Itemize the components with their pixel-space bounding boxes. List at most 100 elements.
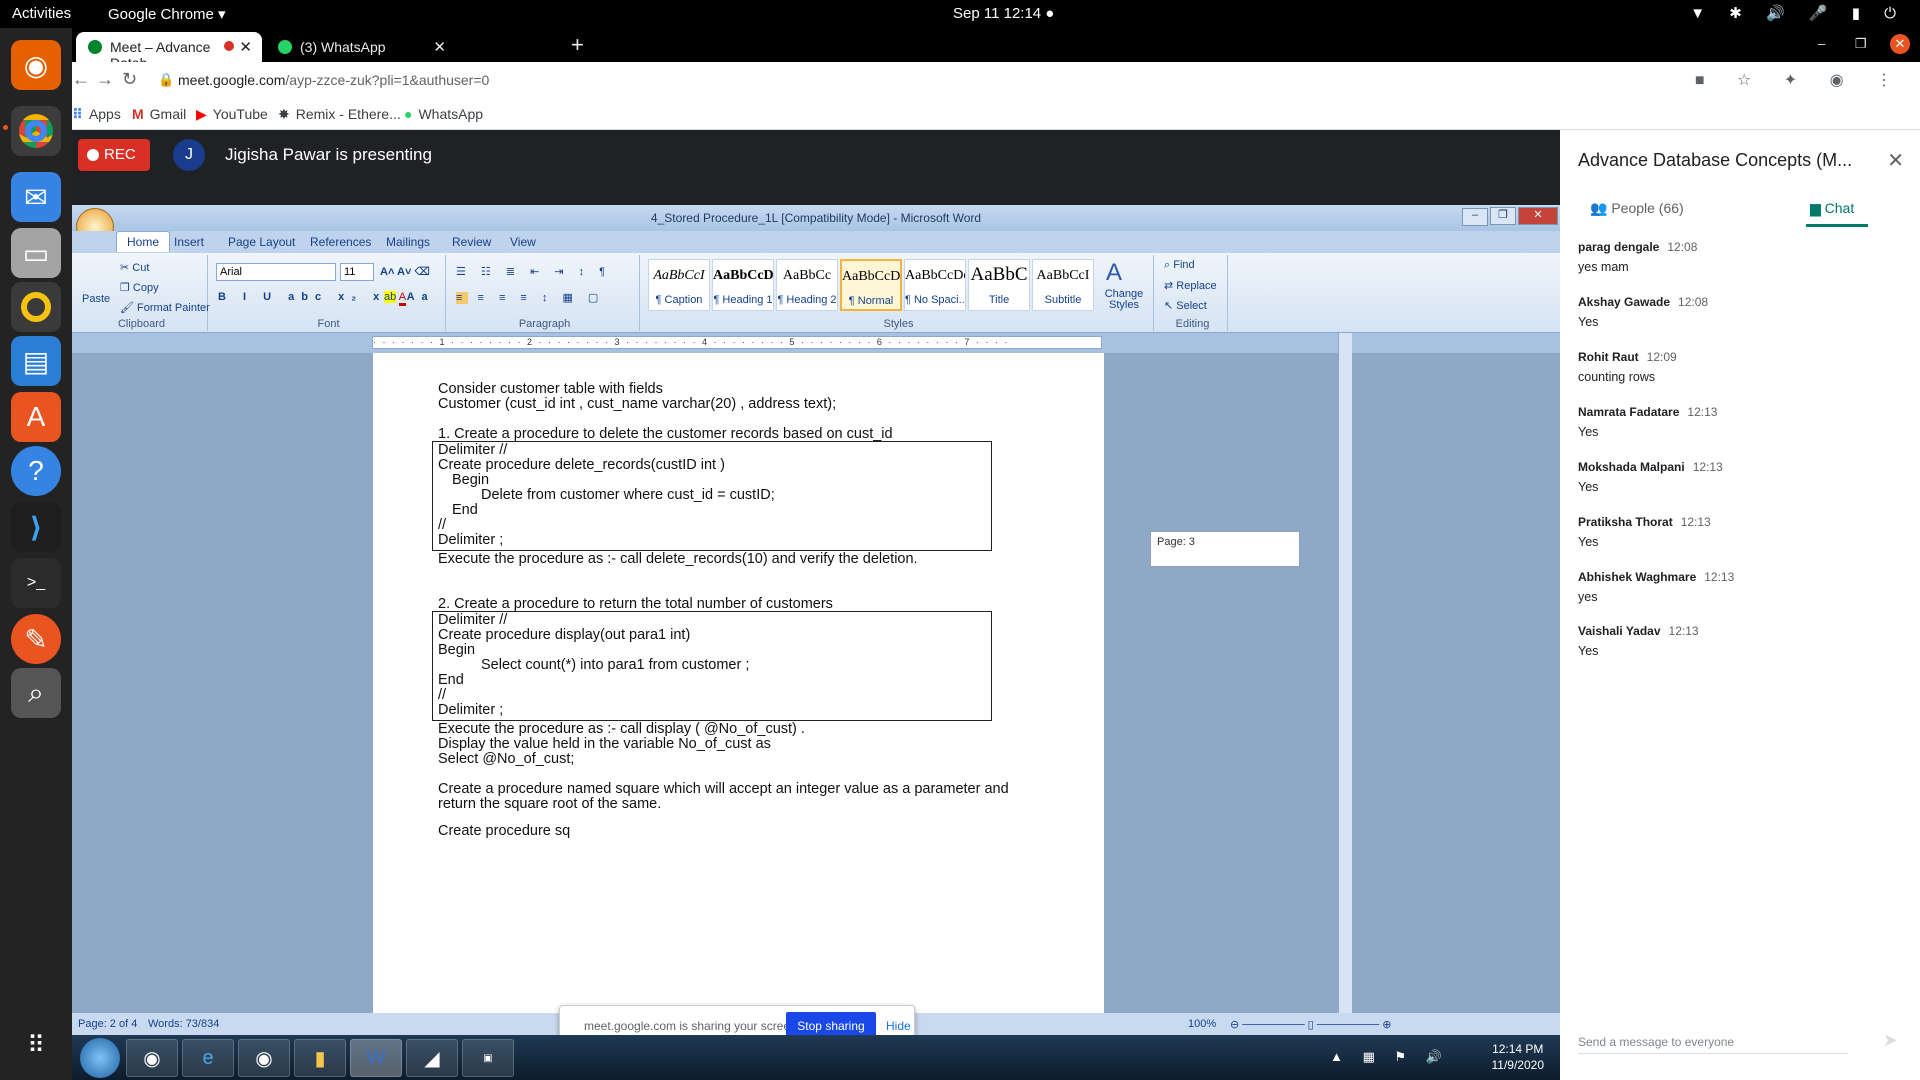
message-text: Yes [1578, 425, 1599, 439]
close-panel-icon[interactable]: ✕ [1887, 148, 1904, 173]
back-icon[interactable]: ← [72, 69, 90, 90]
ribbon-tab-mailings[interactable]: Mailings [386, 235, 430, 249]
highlight-color-icons[interactable]: ab A [384, 291, 407, 306]
change-styles-button[interactable]: Change Styles [1102, 289, 1146, 311]
activities-button[interactable]: Activities [12, 5, 71, 22]
chat-tab-label: Chat [1824, 200, 1855, 216]
replace-button[interactable]: ⇄ Replace [1164, 279, 1217, 292]
bookmark-gmail[interactable]: M Gmail [132, 106, 186, 122]
bookmark-apps[interactable]: ⠿ Apps [72, 106, 121, 123]
ribbon-tab-review[interactable]: Review [452, 235, 491, 249]
style-preview: AaBbCcDc [842, 269, 900, 284]
list-indent-icons[interactable]: ☰ ☷ ≣ ⇤ ⇥ ↕ ¶ [456, 265, 611, 278]
style-no-spacing[interactable]: AaBbCcDc ¶ No Spaci... [904, 259, 966, 311]
chat-message-input[interactable]: Send a message to everyone [1578, 1035, 1848, 1054]
toolbar: ← → ↻ 🔒 meet.google.com/ayp-zzce-zuk?pli… [72, 62, 1920, 98]
ribbon-tab-references[interactable]: References [310, 235, 371, 249]
vertical-scrollbar[interactable] [1338, 333, 1352, 1013]
taskbar-clock[interactable]: 12:14 PM 11/9/2020 [1492, 1041, 1545, 1073]
app-taskbar-icon[interactable]: ◢ [406, 1039, 458, 1077]
bookmark-youtube[interactable]: ▶ YouTube [196, 106, 268, 123]
vscode-icon[interactable]: ⟩ [11, 502, 61, 552]
tab-chat[interactable]: ▆ Chat [1810, 200, 1854, 217]
minimize-icon[interactable]: – [1462, 208, 1488, 226]
ribbon-tab-home[interactable]: Home [116, 231, 171, 252]
style-normal[interactable]: AaBbCcDc ¶ Normal [840, 259, 902, 311]
format-painter-label: Format Painter [137, 302, 210, 314]
lock-icon[interactable]: 🔒 [158, 72, 174, 88]
tab-people[interactable]: 👥 People (66) [1590, 200, 1684, 217]
style-heading-1[interactable]: AaBbCcD ¶ Heading 1 [712, 259, 774, 311]
minimize-icon[interactable]: – [1818, 36, 1825, 51]
tab-meet[interactable]: Meet – Advance Datab ✕ [76, 32, 262, 71]
word-taskbar-icon[interactable]: W [350, 1039, 402, 1077]
close-tab-icon[interactable]: ✕ [239, 38, 252, 56]
word-count[interactable]: Words: 73/834 [148, 1018, 219, 1030]
mysql-taskbar-icon[interactable]: ▣ [462, 1039, 514, 1077]
font-name-select[interactable]: Arial [216, 263, 336, 281]
zoom-slider[interactable]: ⊖ ──────── ▯ ──────── ⊕ [1230, 1018, 1391, 1031]
code-box-1: Delimiter // Create procedure delete_rec… [432, 441, 992, 551]
chat-message: Rohit Raut 12:09 counting rows [1578, 350, 1677, 384]
system-tray-icons[interactable]: ▼ ✱ 🔊 🎤 ▮ ⏻ [1690, 4, 1906, 22]
postman-icon[interactable]: ✎ [11, 614, 61, 664]
ribbon-tab-page-layout[interactable]: Page Layout [228, 235, 295, 249]
close-window-icon[interactable]: ✕ [1890, 34, 1910, 54]
format-painter-button[interactable]: 🖌 Format Painter [120, 301, 210, 314]
send-icon[interactable]: ➤ [1883, 1030, 1898, 1051]
change-styles-icon[interactable]: A [1106, 259, 1122, 287]
copy-button[interactable]: ❐ Copy [120, 281, 159, 294]
ribbon-tab-insert[interactable]: Insert [174, 235, 204, 249]
document-page[interactable]: Consider customer table with fields Cust… [373, 353, 1104, 1013]
style-title[interactable]: AaBbC Title [968, 259, 1030, 311]
bookmark-remix[interactable]: ✸ Remix - Ethere... [278, 106, 401, 123]
terminal-icon[interactable]: >_ [11, 558, 61, 608]
explorer-taskbar-icon[interactable]: ▮ [294, 1039, 346, 1077]
bookmark-whatsapp[interactable]: ● WhatsApp [404, 106, 483, 122]
system-clock[interactable]: Sep 11 12:14 ● [953, 5, 1054, 22]
toolbar-right-icons[interactable]: ■ ☆ ✦ ◉ ⋮ [1695, 70, 1906, 90]
chrome-taskbar-icon[interactable]: ◉ [126, 1039, 178, 1077]
close-icon[interactable]: ✕ [1518, 207, 1558, 225]
reload-icon[interactable]: ↻ [122, 69, 137, 90]
help-icon[interactable]: ? [11, 446, 61, 496]
forward-icon[interactable]: → [96, 69, 114, 90]
style-subtitle[interactable]: AaBbCcI Subtitle [1032, 259, 1094, 311]
select-button[interactable]: ↖ Select [1164, 299, 1207, 312]
chrome-icon[interactable] [11, 106, 61, 156]
page-count[interactable]: Page: 2 of 4 [78, 1018, 137, 1030]
hide-button[interactable]: Hide [886, 1019, 911, 1033]
restore-icon[interactable]: ❐ [1490, 207, 1516, 225]
chrome-profile-taskbar-icon[interactable]: ◉ [238, 1039, 290, 1077]
search-icon[interactable]: ⌕ [11, 668, 61, 718]
files-icon[interactable]: ▭ [11, 228, 61, 278]
firefox-icon[interactable]: ◉ [11, 40, 61, 90]
writer-icon[interactable]: ▤ [11, 336, 61, 386]
find-button[interactable]: ⌕ Find [1164, 259, 1195, 272]
thunderbird-icon[interactable]: ✉ [11, 172, 61, 222]
style-heading-2[interactable]: AaBbCc ¶ Heading 2 [776, 259, 838, 311]
software-center-icon[interactable]: A [11, 392, 61, 442]
tab-whatsapp[interactable]: (3) WhatsApp ✕ [266, 32, 456, 62]
alignment-icons[interactable]: ≡ ≡ ≡ ≡ ↕ ▦ ▢ [456, 291, 604, 304]
app-menu[interactable]: Google Chrome ▾ [108, 5, 226, 23]
style-caption[interactable]: AaBbCcI ¶ Caption [648, 259, 710, 311]
rhythmbox-icon[interactable] [11, 282, 61, 332]
ie-taskbar-icon[interactable]: e [182, 1039, 234, 1077]
close-tab-icon[interactable]: ✕ [433, 38, 446, 56]
address-bar[interactable]: meet.google.com/ayp-zzce-zuk?pli=1&authu… [178, 72, 489, 88]
doc-heading: 2. Create a procedure to return the tota… [438, 596, 833, 612]
paste-button[interactable]: Paste [82, 293, 110, 305]
presenting-label: Jigisha Pawar is presenting [225, 145, 432, 164]
grow-shrink-font-icons[interactable]: A˄ A˅ ⌫ [380, 265, 430, 278]
restore-icon[interactable]: ❐ [1855, 36, 1867, 52]
horizontal-ruler[interactable]: · · · · · · · 1 · · · · · · · · 2 · · · … [72, 333, 1560, 353]
taskbar-tray-icons[interactable]: ▲ ▦ ⚑ 🔊 [1330, 1049, 1450, 1065]
font-size-select[interactable]: 11 [340, 263, 374, 281]
ribbon-tab-view[interactable]: View [510, 235, 536, 249]
zoom-level[interactable]: 100% [1188, 1018, 1216, 1030]
show-apps-icon[interactable]: ⠿ [11, 1020, 61, 1070]
new-tab-button[interactable]: + [571, 32, 584, 58]
start-orb-icon[interactable] [80, 1038, 120, 1078]
cut-button[interactable]: ✂ Cut [120, 261, 149, 274]
